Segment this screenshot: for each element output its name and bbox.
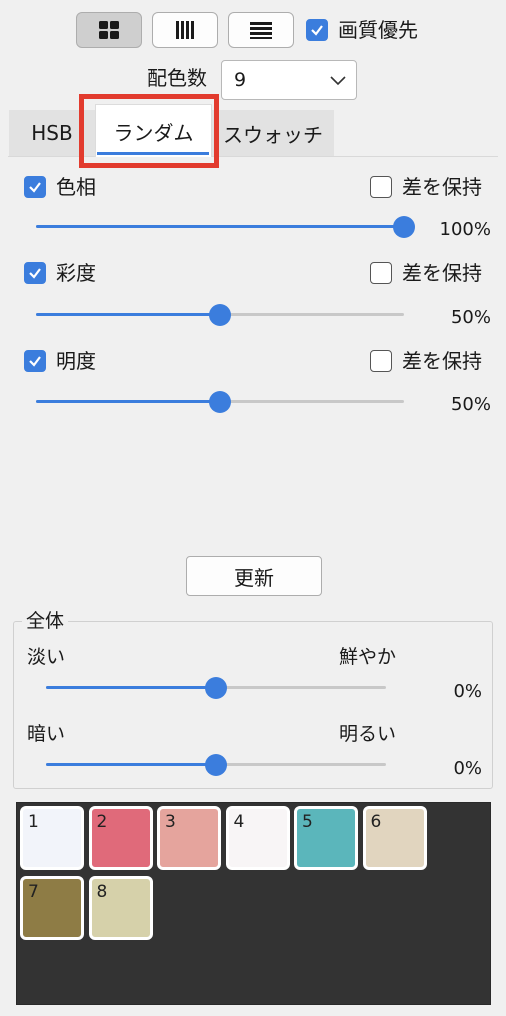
overall-title: 全体 bbox=[22, 610, 69, 632]
slider-fill bbox=[46, 763, 216, 766]
color-swatch[interactable]: 7 bbox=[20, 876, 84, 940]
saturation-slider[interactable] bbox=[36, 304, 404, 326]
overall-brightness-slider[interactable] bbox=[46, 754, 386, 776]
hue-checkbox[interactable] bbox=[24, 176, 46, 198]
color-swatch[interactable]: 2 bbox=[88, 806, 153, 870]
swatch-number: 5 bbox=[302, 812, 313, 832]
brightness-slider[interactable] bbox=[36, 391, 404, 413]
checkmark-icon bbox=[311, 25, 323, 36]
chevron-down-icon bbox=[330, 76, 346, 86]
hue-label: 色相 bbox=[56, 175, 96, 199]
vividness-value: 0% bbox=[453, 681, 482, 702]
view-grid-button[interactable] bbox=[76, 12, 142, 48]
color-count-select[interactable]: 9 bbox=[221, 60, 357, 100]
slider-fill bbox=[36, 225, 404, 228]
hue-slider[interactable] bbox=[36, 216, 415, 238]
brightness-checkbox[interactable] bbox=[24, 350, 46, 372]
slider-thumb[interactable] bbox=[205, 754, 227, 776]
swatch-panel: 1 2 3 4 5 6 7 8 bbox=[16, 802, 491, 1005]
slider-fill bbox=[36, 400, 220, 403]
vividness-left-label: 淡い bbox=[27, 646, 66, 668]
brightness-keep-diff-checkbox[interactable] bbox=[370, 350, 392, 372]
checkmark-icon bbox=[29, 268, 41, 279]
color-swatch[interactable]: 4 bbox=[225, 806, 290, 870]
slider-fill bbox=[46, 686, 216, 689]
overall-brightness-value: 0% bbox=[453, 758, 482, 779]
update-button[interactable]: 更新 bbox=[186, 556, 322, 596]
brightness-left-label: 暗い bbox=[27, 723, 66, 745]
swatch-number: 2 bbox=[96, 812, 108, 832]
slider-thumb[interactable] bbox=[209, 304, 231, 326]
swatch-number: 4 bbox=[233, 812, 245, 832]
swatch-number: 1 bbox=[28, 812, 39, 832]
vividness-right-label: 鮮やか bbox=[339, 646, 397, 668]
hue-keep-diff-label: 差を保持 bbox=[402, 175, 482, 199]
saturation-checkbox[interactable] bbox=[24, 262, 46, 284]
vertical-bars-icon bbox=[176, 21, 194, 39]
saturation-keep-diff-label: 差を保持 bbox=[402, 261, 482, 285]
brightness-right-label: 明るい bbox=[339, 723, 397, 745]
slider-thumb[interactable] bbox=[209, 391, 231, 413]
quality-checkbox[interactable] bbox=[306, 19, 328, 41]
slider-fill bbox=[36, 313, 220, 316]
grid-icon bbox=[99, 21, 119, 39]
highlight-box bbox=[79, 94, 219, 168]
brightness-label: 明度 bbox=[56, 349, 96, 373]
saturation-keep-diff-checkbox[interactable] bbox=[370, 262, 392, 284]
swatch-number: 6 bbox=[370, 812, 382, 832]
color-swatch[interactable]: 8 bbox=[88, 876, 153, 940]
color-count-value: 9 bbox=[234, 69, 247, 91]
hue-value: 100% bbox=[439, 219, 491, 240]
color-swatch[interactable]: 6 bbox=[362, 806, 427, 870]
view-rows-button[interactable] bbox=[228, 12, 294, 48]
vividness-slider[interactable] bbox=[46, 677, 386, 699]
tab-swatch[interactable]: スウォッチ bbox=[212, 110, 334, 156]
color-count-label: 配色数 bbox=[147, 66, 207, 90]
color-swatch[interactable]: 5 bbox=[294, 806, 358, 870]
brightness-value: 50% bbox=[450, 394, 491, 415]
color-swatch[interactable]: 1 bbox=[20, 806, 84, 870]
checkmark-icon bbox=[29, 356, 41, 367]
swatch-number: 3 bbox=[165, 812, 176, 832]
swatch-number: 8 bbox=[96, 882, 108, 902]
brightness-keep-diff-label: 差を保持 bbox=[402, 349, 482, 373]
swatch-number: 7 bbox=[28, 882, 39, 902]
saturation-label: 彩度 bbox=[56, 261, 96, 285]
checkmark-icon bbox=[29, 182, 41, 193]
horizontal-lines-icon bbox=[250, 22, 272, 39]
color-swatch[interactable]: 3 bbox=[157, 806, 221, 870]
saturation-value: 50% bbox=[450, 307, 491, 328]
slider-thumb[interactable] bbox=[205, 677, 227, 699]
hue-keep-diff-checkbox[interactable] bbox=[370, 176, 392, 198]
quality-label: 画質優先 bbox=[338, 18, 418, 42]
view-columns-button[interactable] bbox=[152, 12, 218, 48]
